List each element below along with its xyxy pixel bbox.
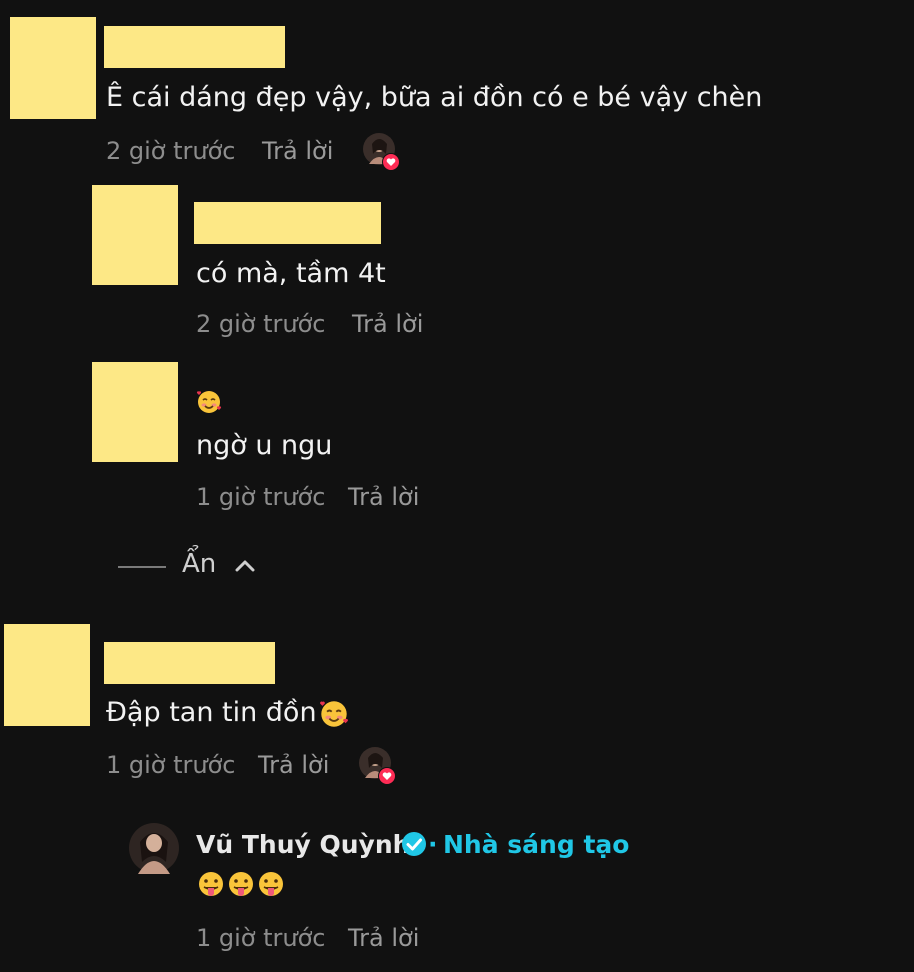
- avatar-redacted[interactable]: [92, 185, 178, 285]
- chevron-up-icon: [234, 556, 256, 580]
- creator-tag: Nhà sáng tạo: [443, 830, 630, 859]
- comment-text: Ê cái dáng đẹp vậy, bữa ai đồn có e bé v…: [106, 82, 763, 113]
- face-with-tongue-icon: [199, 872, 223, 896]
- avatar-redacted[interactable]: [10, 17, 96, 119]
- reply-button[interactable]: Trả lời: [352, 309, 423, 339]
- smiling-face-with-hearts-icon: [196, 389, 222, 415]
- separator-dot: ·: [428, 830, 438, 859]
- comment-text: Đập tan tin đồn: [106, 697, 317, 728]
- username-redacted[interactable]: [104, 26, 285, 68]
- username-redacted[interactable]: [104, 642, 275, 684]
- reply-timestamp: 2 giờ trước: [196, 310, 326, 338]
- reply-button[interactable]: Trả lời: [348, 482, 419, 512]
- reply-button[interactable]: Trả lời: [258, 750, 329, 780]
- reply-button[interactable]: Trả lời: [348, 923, 419, 953]
- creator-avatar-icon: [129, 823, 179, 874]
- heart-badge-icon: [382, 153, 400, 175]
- heart-badge-icon: [378, 767, 396, 789]
- face-with-tongue-icon: [229, 872, 253, 896]
- creator-avatar[interactable]: [128, 822, 180, 878]
- emoji-row: [196, 870, 286, 902]
- reply-timestamp: 1 giờ trước: [196, 924, 326, 952]
- comment-text-row: Đập tan tin đồn: [106, 697, 349, 729]
- face-with-tongue-icon: [259, 872, 283, 896]
- reply-timestamp: 1 giờ trước: [196, 483, 326, 511]
- reply-text: có mà, tầm 4t: [196, 258, 386, 289]
- comment-timestamp: 2 giờ trước: [106, 137, 236, 165]
- reply-text: ngờ u ngu: [196, 430, 333, 461]
- comment-timestamp: 1 giờ trước: [106, 751, 236, 779]
- avatar-redacted[interactable]: [4, 624, 90, 726]
- username-redacted[interactable]: [194, 202, 381, 244]
- hide-replies-button[interactable]: Ẩn: [118, 548, 268, 584]
- smiling-face-with-hearts-icon: [319, 697, 349, 729]
- avatar-redacted[interactable]: [92, 362, 178, 462]
- verified-badge-icon: [400, 830, 428, 862]
- creator-name[interactable]: Vũ Thuý Quỳnh: [196, 829, 410, 861]
- hide-divider-line: [118, 566, 166, 568]
- reply-button[interactable]: Trả lời: [262, 136, 333, 166]
- hide-label: Ẩn: [182, 549, 217, 579]
